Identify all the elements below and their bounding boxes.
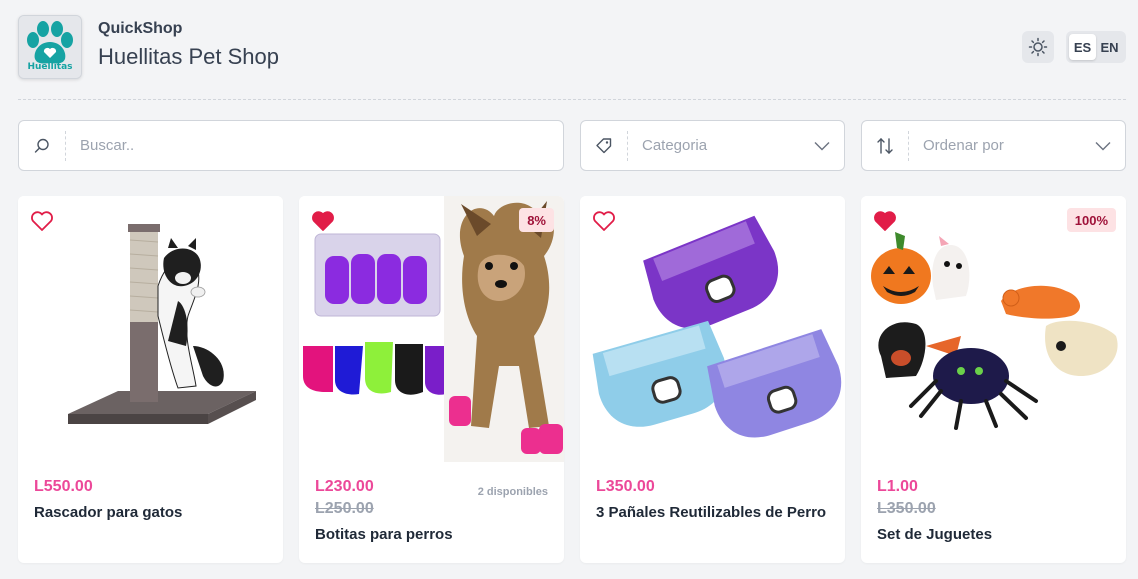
product-name[interactable]: Set de Juguetes [877,523,1110,546]
sun-icon [1028,37,1048,57]
product-info: L550.00 Rascador para gatos [34,478,267,524]
product-price: L1.00 [877,478,918,495]
product-info: L1.00 L350.00 Set de Juguetes [877,478,1110,546]
product-info: L230.00 L250.00 Botitas para perros [315,478,548,546]
product-name[interactable]: Botitas para perros [315,523,548,546]
chevron-down-icon [800,141,844,151]
sort-placeholder: Ordenar por [923,137,1004,154]
app-name: QuickShop [98,20,183,37]
product-price: L230.00 [315,478,374,495]
favorite-heart-icon[interactable] [311,210,335,232]
header-divider [18,99,1126,100]
product-card[interactable]: 100% L1.00 L350.00 Set de Juguetes [861,196,1126,563]
product-image-diapers[interactable] [580,196,845,462]
product-old-price: L350.00 [877,500,936,517]
favorite-heart-icon[interactable] [30,210,54,232]
product-card[interactable]: L550.00 Rascador para gatos [18,196,283,563]
logo-text: Huellitas [27,62,73,72]
lang-en-button[interactable]: EN [1096,34,1123,60]
search-field[interactable]: Buscar.. [18,120,564,171]
product-image-dog-boots[interactable] [299,196,564,462]
sort-icon [862,121,908,170]
product-info: L350.00 3 Pañales Reutilizables de Perro [596,478,829,524]
product-card[interactable]: 8% 2 disponibles L230.00 L250.00 Botitas… [299,196,564,563]
lang-es-button[interactable]: ES [1069,34,1096,60]
chevron-down-icon [1081,141,1125,151]
tag-icon [581,121,627,170]
language-switch: ES EN [1066,31,1126,63]
category-placeholder: Categoria [642,137,708,154]
theme-toggle-button[interactable] [1022,31,1054,63]
product-old-price: L250.00 [315,500,374,517]
store-name: Huellitas Pet Shop [98,44,279,69]
product-image-scratching-post[interactable] [18,196,283,462]
product-card[interactable]: L350.00 3 Pañales Reutilizables de Perro [580,196,845,563]
store-logo[interactable]: Huellitas [18,15,82,79]
search-input[interactable]: Buscar.. [66,137,563,154]
search-icon [19,121,65,170]
discount-badge: 100% [1066,208,1116,232]
brand: QuickShop Huellitas Pet Shop [98,20,279,70]
category-select[interactable]: Categoria [580,120,845,171]
product-price: L550.00 [34,478,93,495]
favorite-heart-icon[interactable] [873,210,897,232]
product-price: L350.00 [596,478,655,495]
discount-badge: 8% [519,208,554,232]
store-header: Huellitas QuickShop Huellitas Pet Shop E… [18,15,1126,81]
sort-select[interactable]: Ordenar por [861,120,1126,171]
favorite-heart-icon[interactable] [592,210,616,232]
product-name[interactable]: Rascador para gatos [34,501,267,524]
product-image-toys[interactable] [861,196,1126,462]
product-name[interactable]: 3 Pañales Reutilizables de Perro [596,501,829,524]
